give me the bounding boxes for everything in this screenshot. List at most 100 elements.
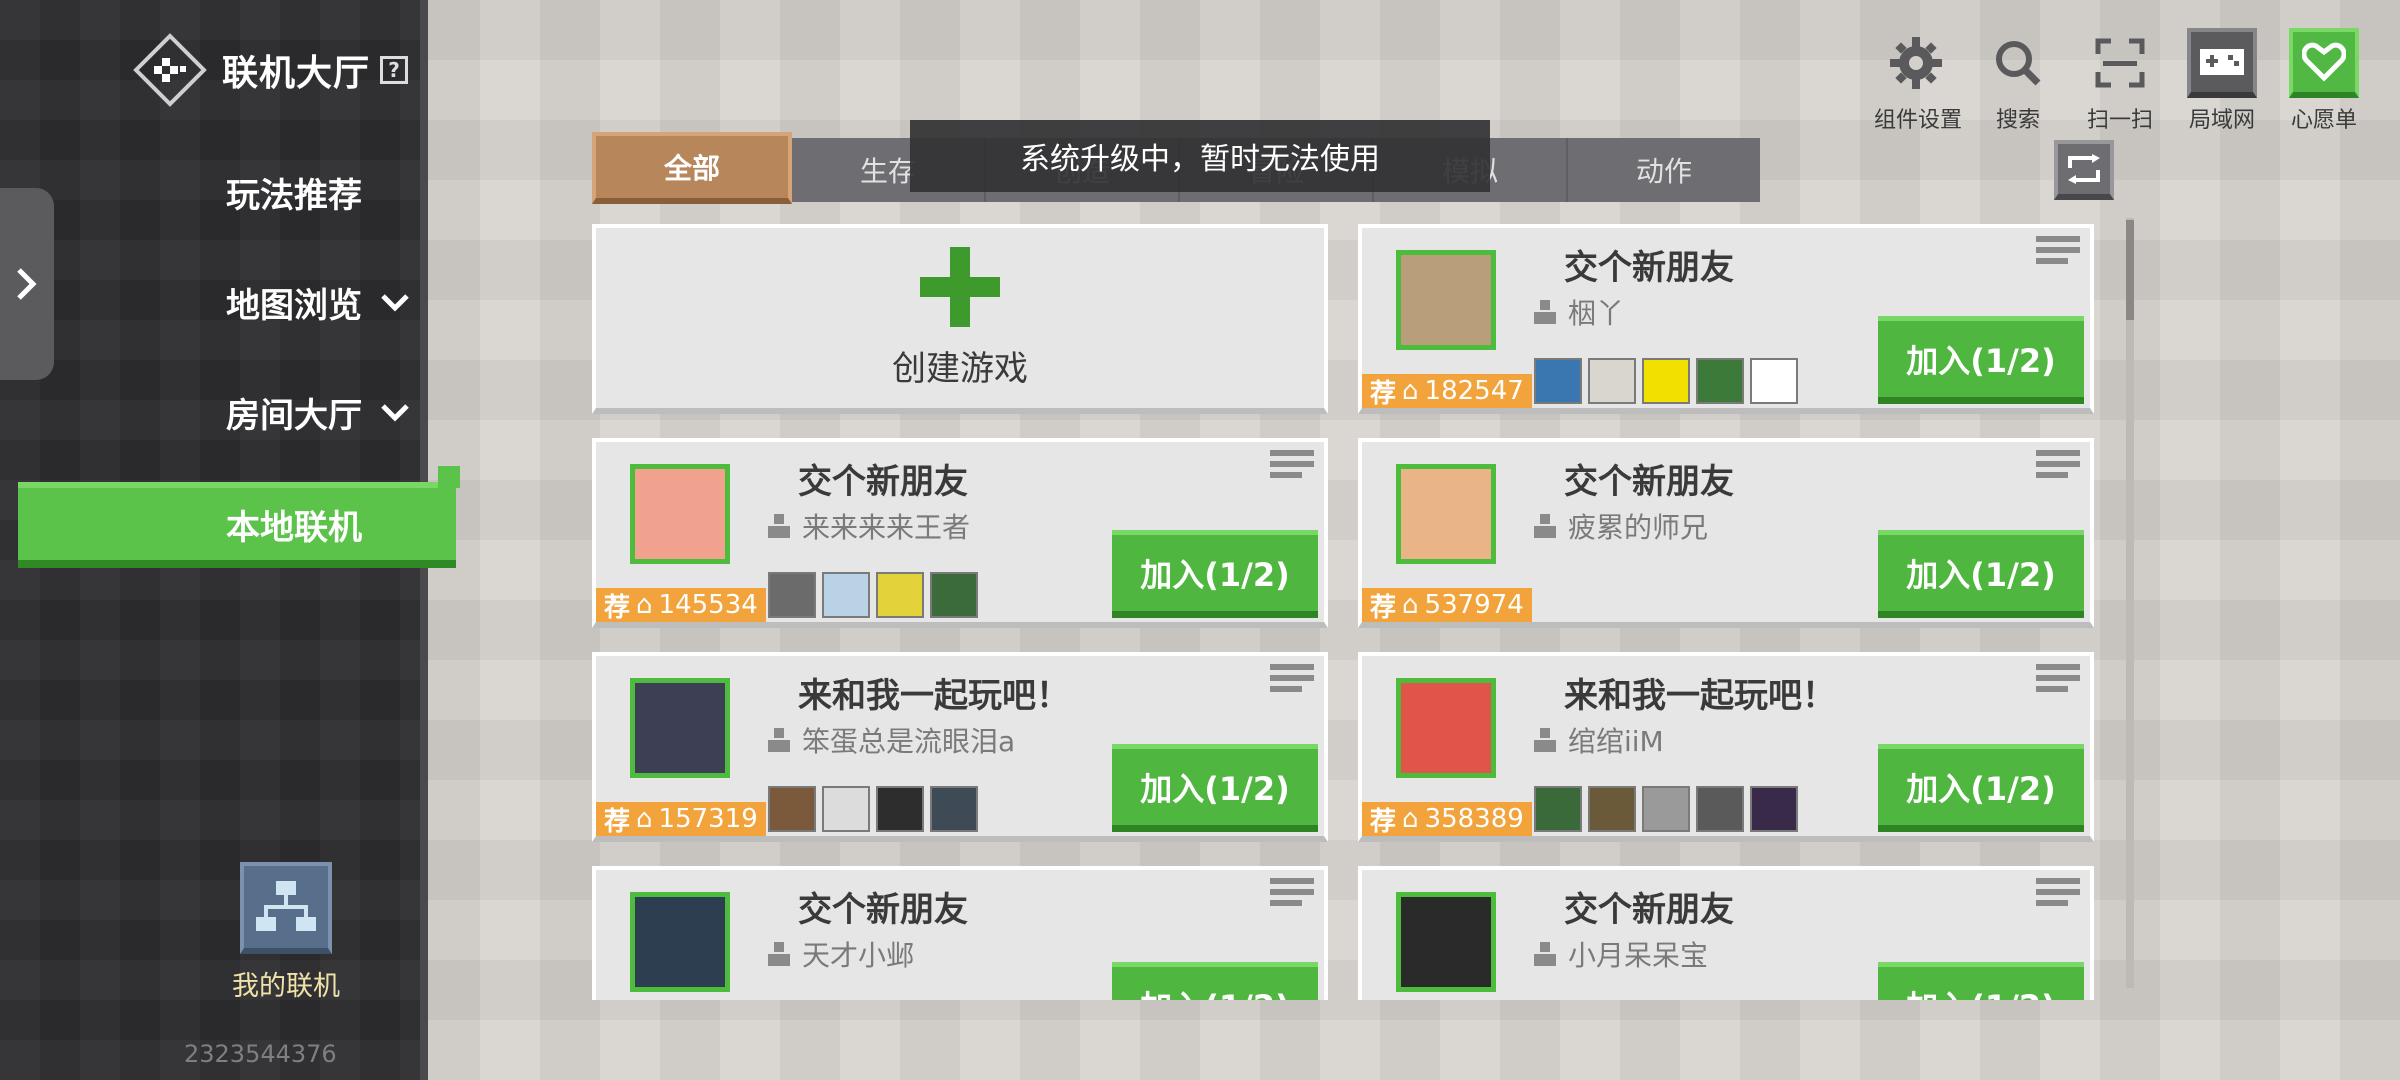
create-game-label: 创建游戏 <box>892 348 1028 389</box>
host-name: 绾绾iiM <box>1568 725 1664 758</box>
scrollbar-thumb[interactable] <box>2126 220 2134 320</box>
popularity-count: 358389 <box>1424 804 1524 834</box>
refresh-button[interactable] <box>2054 140 2114 200</box>
mod-thumbnail <box>876 786 924 832</box>
host-name: 天才小邺 <box>802 939 915 972</box>
menu-icon[interactable] <box>2036 878 2080 914</box>
person-icon <box>1534 728 1556 752</box>
room-card[interactable]: 交个新朋友 来来来来王者 荐 ⌂ 145534 加入(1/2) <box>592 438 1328 628</box>
mod-list <box>1534 786 1798 832</box>
avatar <box>1396 678 1496 778</box>
room-host: 天才小邺 <box>766 934 914 974</box>
join-button[interactable]: 加入(1/2) <box>1112 530 1318 618</box>
user-id: 2323544376 <box>184 1040 337 1068</box>
recommend-label: 荐 <box>604 592 631 623</box>
mod-thumbnail <box>1696 358 1744 404</box>
tool-label: 搜索 <box>1995 108 2040 133</box>
room-list[interactable]: 创建游戏 交个新朋友 栶丫 荐 ⌂ 182547 加入(1/2) 交个新朋友 来来来… <box>592 224 2100 1000</box>
popularity-badge: 荐 ⌂ 358389 <box>1362 802 1532 837</box>
tab-all[interactable]: 全部 <box>592 132 792 204</box>
mod-thumbnail <box>1588 358 1636 404</box>
person-icon <box>1534 942 1556 966</box>
join-button[interactable]: 加入(1/2) <box>1878 530 2084 618</box>
recommend-label: 荐 <box>1370 378 1397 409</box>
room-title: 来和我一起玩吧！ <box>798 676 1070 716</box>
host-name: 栶丫 <box>1568 297 1625 330</box>
room-card[interactable]: 交个新朋友 栶丫 荐 ⌂ 182547 加入(1/2) <box>1358 224 2094 414</box>
room-title: 来和我一起玩吧！ <box>1564 676 1836 716</box>
create-game-card[interactable]: 创建游戏 <box>592 224 1328 414</box>
sidebar-item-room-hall[interactable]: 房间大厅 <box>0 372 420 452</box>
sidebar-item-gameplay[interactable]: 玩法推荐 <box>0 152 420 232</box>
mod-thumbnail <box>1534 786 1582 832</box>
avatar <box>630 892 730 992</box>
join-button[interactable]: 加入(1/2) <box>1878 962 2084 1000</box>
mod-thumbnail <box>1642 786 1690 832</box>
join-button[interactable]: 加入(1/2) <box>1878 316 2084 404</box>
room-host: 笨蛋总是流眼泪a <box>766 720 1015 760</box>
mod-thumbnail <box>876 572 924 618</box>
tool-label: 扫一扫 <box>2086 108 2153 133</box>
lan-icon <box>2187 28 2257 98</box>
mod-thumbnail <box>1696 786 1744 832</box>
sidebar-item-label: 本地联机 <box>226 507 362 548</box>
my-connection-button[interactable]: 我的联机 <box>226 862 346 1003</box>
join-button[interactable]: 加入(1/2) <box>1878 744 2084 832</box>
room-card[interactable]: 交个新朋友 小月呆呆宝 加入(1/2) <box>1358 866 2094 1000</box>
help-icon[interactable]: ? <box>380 56 409 84</box>
join-button[interactable]: 加入(1/2) <box>1112 962 1318 1000</box>
sidebar: 联机大厅 ? 玩法推荐 地图浏览 房间大厅 本地联机 我的联机 23235443… <box>0 0 460 1080</box>
room-card[interactable]: 交个新朋友 疲累的师兄 荐 ⌂ 537974 加入(1/2) <box>1358 438 2094 628</box>
person-icon <box>768 728 790 752</box>
tab-action[interactable]: 动作 <box>1568 138 1760 202</box>
host-name: 来来来来王者 <box>802 511 971 544</box>
avatar <box>1396 464 1496 564</box>
menu-icon[interactable] <box>1270 450 1314 486</box>
room-card[interactable]: 交个新朋友 天才小邺 加入(1/2) <box>592 866 1328 1000</box>
tool-label: 局域网 <box>2188 108 2255 133</box>
scrollbar[interactable] <box>2126 218 2134 988</box>
room-title: 交个新朋友 <box>798 890 968 930</box>
network-icon <box>240 862 332 954</box>
room-card[interactable]: 来和我一起玩吧！ 笨蛋总是流眼泪a 荐 ⌂ 157319 加入(1/2) <box>592 652 1328 842</box>
sidebar-item-local-multiplayer[interactable]: 本地联机 <box>18 466 460 568</box>
person-icon <box>768 514 790 538</box>
home-icon: ⌂ <box>636 590 653 620</box>
avatar <box>1396 250 1496 350</box>
person-icon <box>1534 514 1556 538</box>
scan-button[interactable]: 扫一扫 <box>2078 28 2162 134</box>
mod-thumbnail <box>1588 786 1636 832</box>
lan-button[interactable]: 局域网 <box>2180 28 2264 134</box>
home-icon: ⌂ <box>1402 804 1419 834</box>
sidebar-item-label: 地图浏览 <box>226 285 362 326</box>
host-name: 小月呆呆宝 <box>1568 939 1709 972</box>
brand: 联机大厅 ? <box>132 30 409 110</box>
mod-thumbnail <box>768 572 816 618</box>
sidebar-item-label: 玩法推荐 <box>226 175 362 216</box>
room-host: 绾绾iiM <box>1532 720 1664 760</box>
menu-icon[interactable] <box>1270 664 1314 700</box>
room-title: 交个新朋友 <box>1564 462 1734 502</box>
menu-icon[interactable] <box>2036 236 2080 272</box>
menu-icon[interactable] <box>2036 664 2080 700</box>
wishlist-button[interactable]: 心愿单 <box>2282 28 2366 134</box>
join-button[interactable]: 加入(1/2) <box>1112 744 1318 832</box>
chevron-down-icon <box>380 292 410 312</box>
component-settings-button[interactable]: 组件设置 <box>1874 28 1962 134</box>
mod-thumbnail <box>1534 358 1582 404</box>
plus-icon <box>920 246 1000 327</box>
room-card[interactable]: 来和我一起玩吧！ 绾绾iiM 荐 ⌂ 358389 加入(1/2) <box>1358 652 2094 842</box>
sidebar-item-label: 房间大厅 <box>226 395 362 436</box>
mod-thumbnail <box>1642 358 1690 404</box>
popularity-count: 537974 <box>1424 590 1524 620</box>
host-name: 疲累的师兄 <box>1568 511 1709 544</box>
room-host: 栶丫 <box>1532 292 1624 332</box>
mod-list <box>768 572 978 618</box>
menu-icon[interactable] <box>1270 878 1314 914</box>
menu-icon[interactable] <box>2036 450 2080 486</box>
app-title: 联机大厅 <box>222 53 371 94</box>
mod-thumbnail <box>1750 786 1798 832</box>
sidebar-item-map-browse[interactable]: 地图浏览 <box>0 262 420 342</box>
popularity-count: 145534 <box>658 590 758 620</box>
search-button[interactable]: 搜索 <box>1976 28 2060 134</box>
